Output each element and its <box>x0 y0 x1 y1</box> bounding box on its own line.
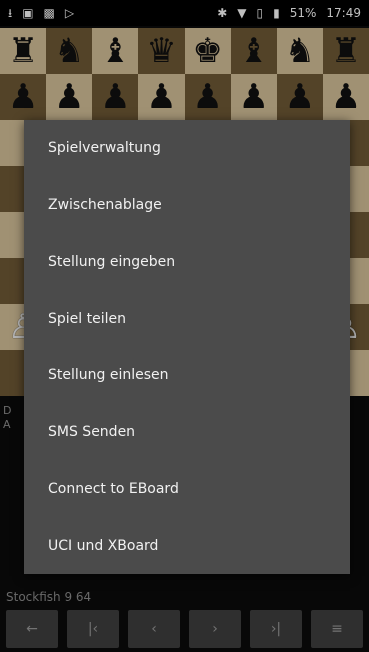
menu-item-stellung-eingeben[interactable]: Stellung eingeben <box>24 234 350 291</box>
menu-item-zwischenablage[interactable]: Zwischenablage <box>24 177 350 234</box>
menu-item-stellung-einlesen[interactable]: Stellung einlesen <box>24 347 350 404</box>
context-menu: Spielverwaltung Zwischenablage Stellung … <box>24 120 350 574</box>
menu-item-connect-eboard[interactable]: Connect to EBoard <box>24 461 350 518</box>
menu-item-uci-xboard[interactable]: UCI und XBoard <box>24 517 350 574</box>
menu-item-sms-senden[interactable]: SMS Senden <box>24 404 350 461</box>
menu-item-spielverwaltung[interactable]: Spielverwaltung <box>24 120 350 177</box>
menu-item-spiel-teilen[interactable]: Spiel teilen <box>24 290 350 347</box>
